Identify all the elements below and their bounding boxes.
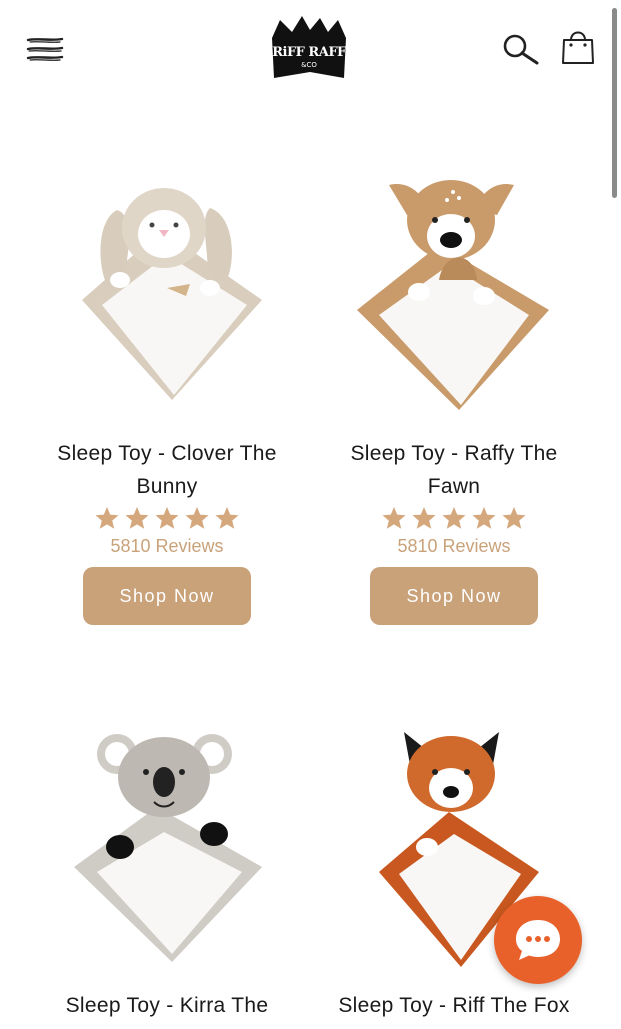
star-icon (381, 506, 407, 530)
product-card: Sleep Toy - Clover The Bunny 5810 Review… (22, 170, 312, 630)
logo-wordmark: RiFF RAFF (272, 45, 346, 60)
fawn-sleep-toy-image[interactable] (349, 170, 559, 420)
review-count[interactable]: 5810 Reviews (309, 536, 599, 556)
star-rating (22, 506, 312, 530)
star-icon (154, 506, 180, 530)
product-title[interactable]: Sleep Toy - Riff The Fox (309, 989, 599, 1022)
product-title[interactable]: Sleep Toy - Raffy The (309, 437, 599, 470)
search-icon[interactable] (500, 32, 540, 66)
shop-now-button[interactable]: Shop Now (370, 567, 538, 625)
shop-now-button[interactable]: Shop Now (83, 567, 251, 625)
product-card: Sleep Toy - Kirra The (22, 722, 312, 1022)
star-icon (124, 506, 150, 530)
hamburger-menu-icon[interactable] (26, 36, 64, 62)
chat-bubble-icon (514, 918, 562, 962)
product-title[interactable]: Sleep Toy - Clover The (22, 437, 312, 470)
star-icon (501, 506, 527, 530)
page-scrollbar[interactable] (612, 8, 617, 198)
product-title[interactable]: Sleep Toy - Kirra The (22, 989, 312, 1022)
bunny-sleep-toy-image[interactable] (62, 170, 272, 420)
logo-subtext: &CO (301, 61, 317, 69)
star-icon (441, 506, 467, 530)
product-card: Sleep Toy - Raffy The Fawn 5810 Reviews … (309, 170, 599, 630)
brand-logo[interactable]: RiFF RAFF &CO (270, 16, 348, 82)
product-title-line2[interactable]: Fawn (309, 470, 599, 503)
site-header: RiFF RAFF &CO (0, 0, 621, 100)
star-rating (309, 506, 599, 530)
koala-sleep-toy-image[interactable] (62, 722, 272, 972)
star-icon (94, 506, 120, 530)
star-icon (184, 506, 210, 530)
chat-button[interactable] (494, 896, 582, 984)
star-icon (214, 506, 240, 530)
star-icon (471, 506, 497, 530)
product-title-line2[interactable]: Bunny (22, 470, 312, 503)
review-count[interactable]: 5810 Reviews (22, 536, 312, 556)
shopping-bag-icon[interactable] (560, 28, 596, 66)
star-icon (411, 506, 437, 530)
